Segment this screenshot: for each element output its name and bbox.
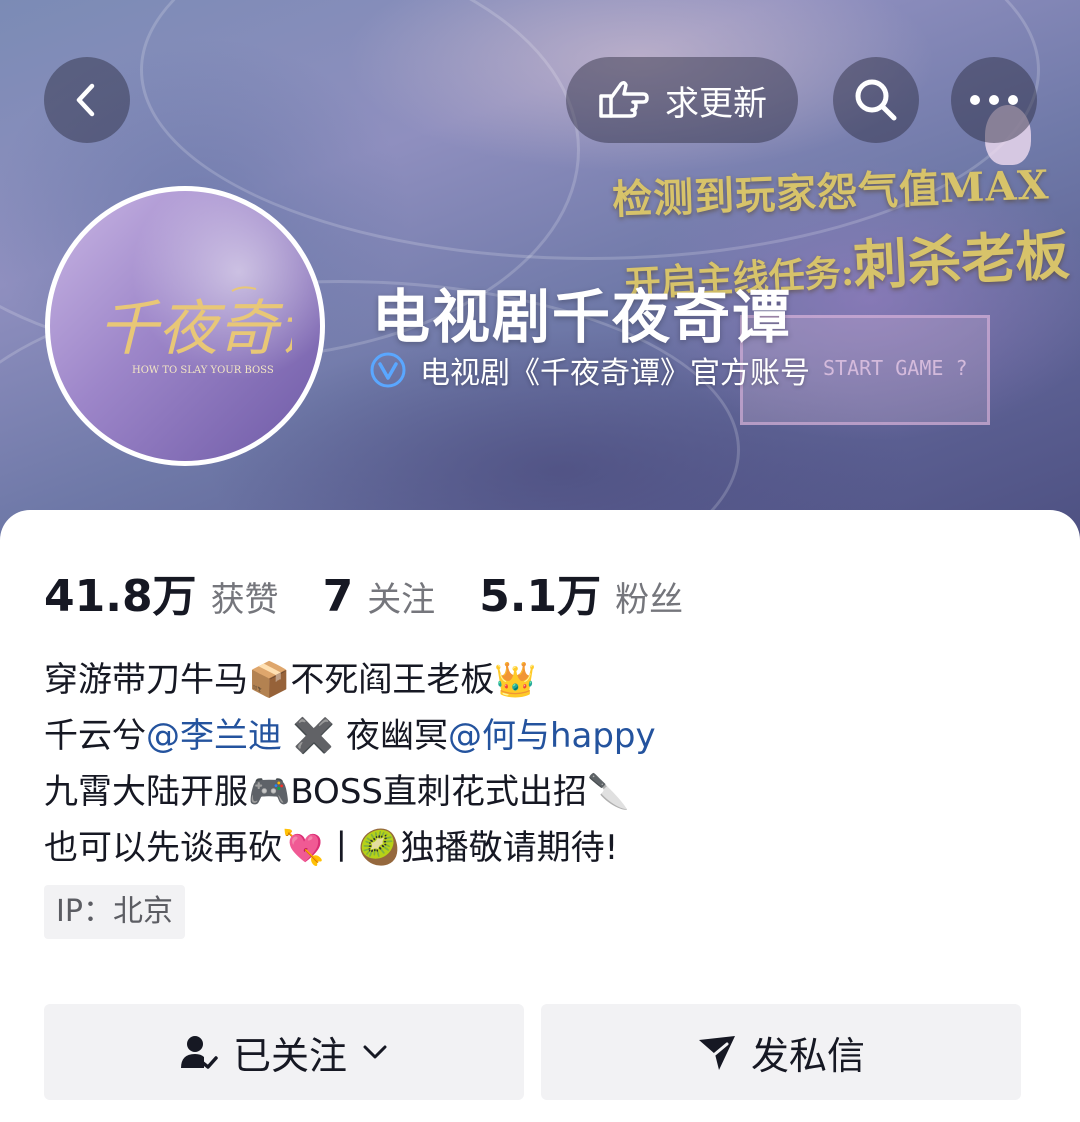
likes-label: 获赞 bbox=[210, 580, 279, 620]
bio-line-1: 穿游带刀牛马📦不死阎王老板👑 bbox=[44, 660, 537, 700]
bio-line-4: 也可以先谈再砍💘丨🥝独播敬请期待! bbox=[44, 828, 619, 868]
back-chevron-icon bbox=[76, 83, 95, 117]
ip-location-tag: IP：北京 bbox=[44, 885, 185, 939]
bio-text: ✖️ 夜幽冥 bbox=[282, 716, 448, 756]
bio-line-2: 千云兮@李兰迪 ✖️ 夜幽冥@何与happy bbox=[44, 708, 656, 764]
mention-link[interactable]: @何与happy bbox=[448, 716, 656, 756]
followers-label[interactable]: 粉丝 bbox=[615, 572, 683, 621]
following-count[interactable]: 7 bbox=[323, 571, 354, 622]
following-label[interactable]: 关注 bbox=[367, 572, 435, 621]
bio-line-3: 九霄大陆开服🎮BOSS直刺花式出招🔪 bbox=[44, 772, 630, 812]
more-button[interactable] bbox=[951, 57, 1037, 143]
request-update-button[interactable]: 求更新 bbox=[566, 57, 798, 143]
banner-headline-2-emphasis: 刺杀老板 bbox=[851, 222, 1071, 298]
message-button-label: 发私信 bbox=[750, 1033, 865, 1078]
bio: 穿游带刀牛马📦不死阎王老板👑 千云兮@李兰迪 ✖️ 夜幽冥@何与happy 九霄… bbox=[44, 652, 656, 876]
start-game-text: START GAME ? bbox=[823, 356, 968, 380]
pointing-hand-icon bbox=[599, 80, 649, 118]
following-button-label: 已关注 bbox=[232, 1033, 347, 1078]
verification-text: 电视剧《千夜奇谭》官方账号 bbox=[420, 356, 810, 391]
request-update-label: 求更新 bbox=[665, 83, 767, 124]
chevron-down-icon bbox=[363, 1045, 387, 1059]
paper-plane-icon bbox=[698, 1036, 735, 1070]
more-dots-icon bbox=[970, 95, 1018, 105]
account-name: 电视剧千夜奇谭 bbox=[372, 283, 793, 351]
verification-row: 电视剧《千夜奇谭》官方账号 bbox=[370, 348, 810, 392]
bio-text: 千云兮 bbox=[44, 716, 146, 756]
show-logo-image: 千夜奇谭 HOW TO SLAY YOUR BOSS bbox=[98, 286, 292, 376]
message-button[interactable]: 发私信 bbox=[541, 1004, 1021, 1100]
followers-count[interactable]: 5.1万 bbox=[479, 560, 601, 624]
following-button[interactable]: 已关注 bbox=[44, 1004, 524, 1100]
search-icon bbox=[855, 79, 897, 121]
mention-link[interactable]: @李兰迪 bbox=[146, 716, 282, 756]
user-check-icon bbox=[180, 1036, 218, 1069]
verified-badge-icon bbox=[370, 352, 406, 388]
avatar[interactable]: 千夜奇谭 HOW TO SLAY YOUR BOSS bbox=[45, 186, 325, 466]
likes-count: 41.8万 bbox=[44, 571, 197, 622]
search-button[interactable] bbox=[833, 57, 919, 143]
stats-row: 41.8万 获赞 7 关注 5.1万 粉丝 bbox=[44, 560, 727, 624]
show-logo-subtext: HOW TO SLAY YOUR BOSS bbox=[132, 365, 274, 376]
back-button[interactable] bbox=[44, 57, 130, 143]
show-logo-text: 千夜奇谭 bbox=[98, 294, 292, 364]
